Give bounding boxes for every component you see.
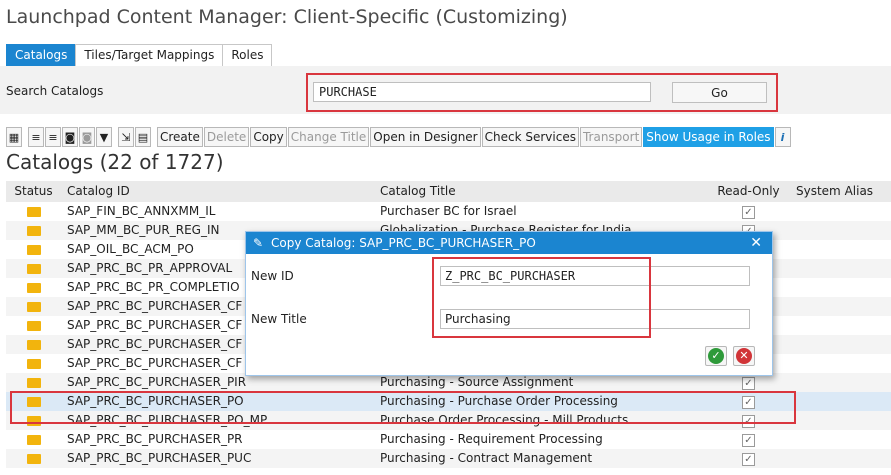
find-icon[interactable]: ◙ bbox=[62, 127, 78, 147]
folder-icon bbox=[26, 321, 41, 331]
catalog-title-cell: Purchasing - Contract Management bbox=[380, 451, 593, 465]
status-cell bbox=[6, 430, 61, 451]
table-header: Status Catalog ID Catalog Title Read-Onl… bbox=[6, 181, 891, 202]
folder-icon bbox=[26, 340, 41, 350]
export-icon[interactable]: ⇲ bbox=[118, 127, 134, 147]
folder-icon bbox=[26, 207, 41, 217]
copy-catalog-dialog: ✎ Copy Catalog: SAP_PRC_BC_PURCHASER_PO … bbox=[245, 231, 773, 376]
column-header-read-only[interactable]: Read-Only bbox=[701, 181, 796, 202]
search-highlight-box bbox=[306, 73, 778, 112]
open-in-designer-button[interactable]: Open in Designer bbox=[370, 127, 481, 147]
change-title-button[interactable]: Change Title bbox=[287, 127, 370, 147]
check-services-button[interactable]: Check Services bbox=[481, 127, 579, 147]
new-id-label: New ID bbox=[251, 269, 294, 283]
folder-icon bbox=[26, 359, 41, 369]
dialog-title: Copy Catalog: SAP_PRC_BC_PURCHASER_PO bbox=[271, 236, 536, 250]
table-row[interactable]: SAP_PRC_BC_PURCHASER_PUC Purchasing - Con… bbox=[6, 449, 891, 468]
filter-icon[interactable]: ▼ bbox=[96, 127, 112, 147]
transport-button[interactable]: Transport bbox=[579, 127, 643, 147]
search-label: Search Catalogs bbox=[6, 84, 104, 98]
catalogs-heading: Catalogs (22 of 1727) bbox=[6, 150, 224, 174]
dialog-fields-highlight-box bbox=[432, 257, 651, 338]
layout-icon[interactable]: ▤ bbox=[135, 127, 151, 147]
page-title: Launchpad Content Manager: Client-Specif… bbox=[6, 6, 568, 28]
status-cell bbox=[6, 354, 61, 375]
status-cell bbox=[6, 335, 61, 356]
info-icon[interactable]: i bbox=[774, 127, 791, 147]
new-title-label: New Title bbox=[251, 312, 307, 326]
column-header-system-alias[interactable]: System Alias bbox=[796, 181, 891, 202]
catalog-title-cell: Purchaser BC for Israel bbox=[380, 204, 517, 218]
read-only-checkbox: ✓ bbox=[742, 377, 755, 390]
catalog-id-cell: SAP_PRC_BC_PURCHASER_PUC bbox=[67, 451, 252, 465]
read-only-cell: ✓ bbox=[701, 430, 796, 449]
folder-icon bbox=[26, 378, 41, 388]
cancel-icon: ✕ bbox=[736, 348, 752, 364]
read-only-cell: ✓ bbox=[701, 202, 796, 221]
read-only-cell: ✓ bbox=[701, 449, 796, 468]
catalog-id-cell: SAP_PRC_BC_PURCHASER_PR bbox=[67, 432, 243, 446]
align-left-icon[interactable]: ≡ bbox=[28, 127, 44, 147]
status-cell bbox=[6, 240, 61, 261]
tab-roles[interactable]: Roles bbox=[222, 44, 273, 68]
edit-icon: ✎ bbox=[253, 236, 264, 250]
tab-catalogs[interactable]: Catalogs bbox=[6, 44, 76, 68]
table-row[interactable]: SAP_FIN_BC_ANNXMM_IL Purchaser BC for Isr… bbox=[6, 202, 891, 221]
folder-icon bbox=[26, 264, 41, 274]
status-cell bbox=[6, 259, 61, 280]
table-row[interactable]: SAP_PRC_BC_PURCHASER_PR Purchasing - Requ… bbox=[6, 430, 891, 449]
toolbar: ▦ ≡ ≡ ◙ ◙ ▼ ⇲ ▤ Create Delete Copy Chang… bbox=[6, 126, 792, 148]
catalog-title-cell: Purchasing - Requirement Processing bbox=[380, 432, 603, 446]
read-only-checkbox: ✓ bbox=[742, 206, 755, 219]
select-all-icon[interactable]: ▦ bbox=[6, 127, 22, 147]
column-header-catalog-id[interactable]: Catalog ID bbox=[67, 181, 372, 202]
copy-button[interactable]: Copy bbox=[250, 127, 287, 147]
checkmark-icon: ✓ bbox=[708, 348, 724, 364]
folder-icon bbox=[26, 302, 41, 312]
create-button[interactable]: Create bbox=[157, 127, 203, 147]
close-icon[interactable]: ✕ bbox=[750, 232, 762, 254]
status-cell bbox=[6, 316, 61, 337]
delete-button[interactable]: Delete bbox=[203, 127, 250, 147]
show-usage-in-roles-button[interactable]: Show Usage in Roles bbox=[643, 127, 774, 147]
find-next-icon[interactable]: ◙ bbox=[79, 127, 95, 147]
dialog-header: ✎ Copy Catalog: SAP_PRC_BC_PURCHASER_PO … bbox=[246, 232, 772, 254]
folder-icon bbox=[26, 226, 41, 236]
selected-row-highlight-box bbox=[10, 391, 796, 424]
read-only-checkbox: ✓ bbox=[742, 434, 755, 447]
status-cell bbox=[6, 221, 61, 242]
folder-icon bbox=[26, 435, 41, 445]
folder-icon bbox=[26, 245, 41, 255]
status-cell bbox=[6, 297, 61, 318]
cancel-button[interactable]: ✕ bbox=[733, 346, 755, 366]
column-header-status[interactable]: Status bbox=[6, 181, 61, 202]
column-header-catalog-title[interactable]: Catalog Title bbox=[380, 181, 690, 202]
status-cell bbox=[6, 449, 61, 470]
tab-tiles-target-mappings[interactable]: Tiles/Target Mappings bbox=[75, 44, 223, 68]
ok-button[interactable]: ✓ bbox=[705, 346, 727, 366]
read-only-checkbox: ✓ bbox=[742, 453, 755, 466]
align-right-icon[interactable]: ≡ bbox=[45, 127, 61, 147]
folder-icon bbox=[26, 283, 41, 293]
tab-bar: Catalogs Tiles/Target Mappings Roles bbox=[6, 44, 273, 68]
status-cell bbox=[6, 278, 61, 299]
catalog-id-cell: SAP_FIN_BC_ANNXMM_IL bbox=[67, 204, 216, 218]
status-cell bbox=[6, 202, 61, 223]
folder-icon bbox=[26, 454, 41, 464]
